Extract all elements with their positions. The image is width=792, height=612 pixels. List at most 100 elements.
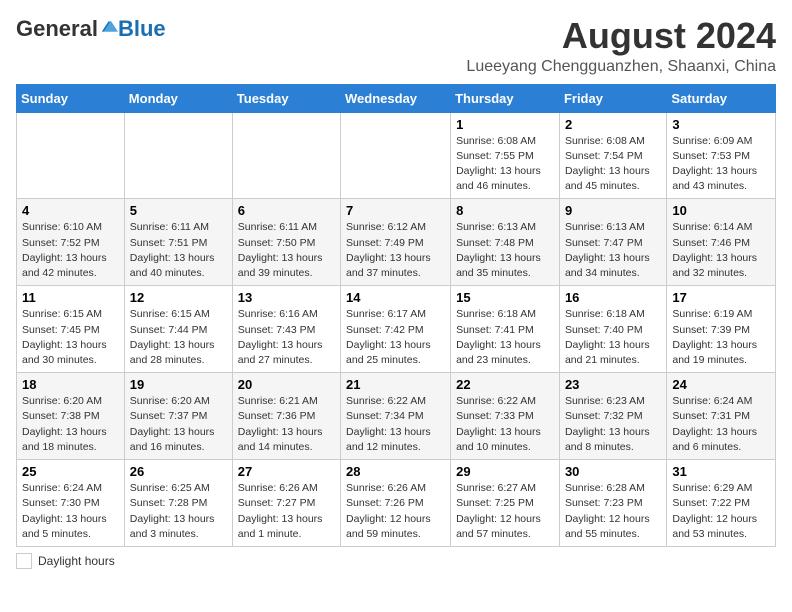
day-number: 4	[22, 203, 119, 218]
calendar-cell: 7Sunrise: 6:12 AMSunset: 7:49 PMDaylight…	[341, 199, 451, 286]
footer: Daylight hours	[16, 553, 776, 569]
day-info: Sunrise: 6:26 AMSunset: 7:27 PMDaylight:…	[238, 481, 335, 542]
calendar-cell: 9 Sunrise: 6:13 AMSunset: 7:47 PMDaylight…	[559, 199, 666, 286]
day-number: 13	[238, 290, 335, 305]
calendar-cell: 25 Sunrise: 6:24 AMSunset: 7:30 PMDayligh…	[17, 460, 125, 547]
calendar-cell: 11 Sunrise: 6:15 AMSunset: 7:45 PMDayligh…	[17, 286, 125, 373]
calendar-cell: 3 Sunrise: 6:09 AMSunset: 7:53 PMDaylight…	[667, 112, 776, 199]
calendar-cell: 26 Sunrise: 6:25 AMSunset: 7:28 PMDayligh…	[124, 460, 232, 547]
calendar-cell: 12Sunrise: 6:15 AMSunset: 7:44 PMDayligh…	[124, 286, 232, 373]
logo-general-text: General	[16, 16, 98, 42]
calendar-cell: 8Sunrise: 6:13 AMSunset: 7:48 PMDaylight…	[451, 199, 560, 286]
calendar-cell: 29 Sunrise: 6:27 AMSunset: 7:25 PMDayligh…	[451, 460, 560, 547]
day-info: Sunrise: 6:15 AMSunset: 7:45 PMDaylight:…	[22, 307, 119, 368]
calendar-header-saturday: Saturday	[667, 84, 776, 112]
calendar-table: SundayMondayTuesdayWednesdayThursdayFrid…	[16, 84, 776, 547]
calendar-header-thursday: Thursday	[451, 84, 560, 112]
day-info: Sunrise: 6:17 AMSunset: 7:42 PMDaylight:…	[346, 307, 445, 368]
calendar-cell	[17, 112, 125, 199]
day-number: 10	[672, 203, 770, 218]
calendar-cell: 30Sunrise: 6:28 AMSunset: 7:23 PMDayligh…	[559, 460, 666, 547]
calendar-cell: 18Sunrise: 6:20 AMSunset: 7:38 PMDayligh…	[17, 373, 125, 460]
calendar-cell: 20 Sunrise: 6:21 AMSunset: 7:36 PMDayligh…	[232, 373, 340, 460]
day-info: Sunrise: 6:23 AMSunset: 7:32 PMDaylight:…	[565, 394, 661, 455]
day-number: 12	[130, 290, 227, 305]
calendar-week-row: 25 Sunrise: 6:24 AMSunset: 7:30 PMDayligh…	[17, 460, 776, 547]
day-info: Sunrise: 6:24 AMSunset: 7:30 PMDaylight:…	[22, 481, 119, 542]
calendar-cell: 4Sunrise: 6:10 AMSunset: 7:52 PMDaylight…	[17, 199, 125, 286]
day-info: Sunrise: 6:20 AMSunset: 7:37 PMDaylight:…	[130, 394, 227, 455]
day-number: 19	[130, 377, 227, 392]
day-number: 14	[346, 290, 445, 305]
calendar-cell: 6 Sunrise: 6:11 AMSunset: 7:50 PMDaylight…	[232, 199, 340, 286]
subtitle: Lueeyang Chengguanzhen, Shaanxi, China	[466, 58, 776, 76]
calendar-header-wednesday: Wednesday	[341, 84, 451, 112]
day-info: Sunrise: 6:26 AMSunset: 7:26 PMDaylight:…	[346, 481, 445, 542]
day-info: Sunrise: 6:22 AMSunset: 7:34 PMDaylight:…	[346, 394, 445, 455]
calendar-cell: 19 Sunrise: 6:20 AMSunset: 7:37 PMDayligh…	[124, 373, 232, 460]
day-number: 11	[22, 290, 119, 305]
day-number: 25	[22, 464, 119, 479]
calendar-cell: 5 Sunrise: 6:11 AMSunset: 7:51 PMDaylight…	[124, 199, 232, 286]
calendar-cell: 22 Sunrise: 6:22 AMSunset: 7:33 PMDayligh…	[451, 373, 560, 460]
day-info: Sunrise: 6:25 AMSunset: 7:28 PMDaylight:…	[130, 481, 227, 542]
calendar-week-row: 18Sunrise: 6:20 AMSunset: 7:38 PMDayligh…	[17, 373, 776, 460]
day-info: Sunrise: 6:27 AMSunset: 7:25 PMDaylight:…	[456, 481, 554, 542]
calendar-header-row: SundayMondayTuesdayWednesdayThursdayFrid…	[17, 84, 776, 112]
day-number: 3	[672, 117, 770, 132]
day-number: 28	[346, 464, 445, 479]
calendar-cell: 23Sunrise: 6:23 AMSunset: 7:32 PMDayligh…	[559, 373, 666, 460]
day-number: 29	[456, 464, 554, 479]
calendar-cell: 17Sunrise: 6:19 AMSunset: 7:39 PMDayligh…	[667, 286, 776, 373]
day-info: Sunrise: 6:12 AMSunset: 7:49 PMDaylight:…	[346, 220, 445, 281]
calendar-week-row: 11 Sunrise: 6:15 AMSunset: 7:45 PMDayligh…	[17, 286, 776, 373]
logo: General Blue	[16, 16, 166, 42]
header: General Blue August 2024 Lueeyang Chengg…	[16, 16, 776, 76]
day-number: 30	[565, 464, 661, 479]
day-info: Sunrise: 6:14 AMSunset: 7:46 PMDaylight:…	[672, 220, 770, 281]
day-info: Sunrise: 6:21 AMSunset: 7:36 PMDaylight:…	[238, 394, 335, 455]
calendar-cell	[232, 112, 340, 199]
day-info: Sunrise: 6:22 AMSunset: 7:33 PMDaylight:…	[456, 394, 554, 455]
day-number: 26	[130, 464, 227, 479]
day-number: 2	[565, 117, 661, 132]
day-info: Sunrise: 6:11 AMSunset: 7:50 PMDaylight:…	[238, 220, 335, 281]
day-info: Sunrise: 6:13 AMSunset: 7:47 PMDaylight:…	[565, 220, 661, 281]
calendar-cell	[341, 112, 451, 199]
day-info: Sunrise: 6:13 AMSunset: 7:48 PMDaylight:…	[456, 220, 554, 281]
day-number: 20	[238, 377, 335, 392]
day-number: 1	[456, 117, 554, 132]
calendar-cell: 1 Sunrise: 6:08 AMSunset: 7:55 PMDaylight…	[451, 112, 560, 199]
calendar-cell: 27Sunrise: 6:26 AMSunset: 7:27 PMDayligh…	[232, 460, 340, 547]
calendar-cell: 13 Sunrise: 6:16 AMSunset: 7:43 PMDayligh…	[232, 286, 340, 373]
calendar-week-row: 1 Sunrise: 6:08 AMSunset: 7:55 PMDaylight…	[17, 112, 776, 199]
calendar-cell	[124, 112, 232, 199]
day-number: 22	[456, 377, 554, 392]
calendar-cell: 24Sunrise: 6:24 AMSunset: 7:31 PMDayligh…	[667, 373, 776, 460]
calendar-cell: 15Sunrise: 6:18 AMSunset: 7:41 PMDayligh…	[451, 286, 560, 373]
day-info: Sunrise: 6:16 AMSunset: 7:43 PMDaylight:…	[238, 307, 335, 368]
day-info: Sunrise: 6:29 AMSunset: 7:22 PMDaylight:…	[672, 481, 770, 542]
calendar-header-tuesday: Tuesday	[232, 84, 340, 112]
calendar-cell: 16Sunrise: 6:18 AMSunset: 7:40 PMDayligh…	[559, 286, 666, 373]
calendar-cell: 2 Sunrise: 6:08 AMSunset: 7:54 PMDaylight…	[559, 112, 666, 199]
logo-blue-text: Blue	[118, 16, 166, 42]
calendar-header-monday: Monday	[124, 84, 232, 112]
title-area: August 2024 Lueeyang Chengguanzhen, Shaa…	[466, 16, 776, 76]
logo-icon	[100, 19, 118, 37]
main-title: August 2024	[466, 16, 776, 56]
day-info: Sunrise: 6:24 AMSunset: 7:31 PMDaylight:…	[672, 394, 770, 455]
day-info: Sunrise: 6:08 AMSunset: 7:55 PMDaylight:…	[456, 134, 554, 195]
day-number: 9	[565, 203, 661, 218]
day-info: Sunrise: 6:09 AMSunset: 7:53 PMDaylight:…	[672, 134, 770, 195]
day-info: Sunrise: 6:08 AMSunset: 7:54 PMDaylight:…	[565, 134, 661, 195]
day-number: 6	[238, 203, 335, 218]
day-info: Sunrise: 6:11 AMSunset: 7:51 PMDaylight:…	[130, 220, 227, 281]
day-number: 31	[672, 464, 770, 479]
calendar-header-sunday: Sunday	[17, 84, 125, 112]
day-number: 5	[130, 203, 227, 218]
calendar-cell: 31 Sunrise: 6:29 AMSunset: 7:22 PMDayligh…	[667, 460, 776, 547]
day-info: Sunrise: 6:18 AMSunset: 7:40 PMDaylight:…	[565, 307, 661, 368]
day-number: 18	[22, 377, 119, 392]
day-number: 15	[456, 290, 554, 305]
